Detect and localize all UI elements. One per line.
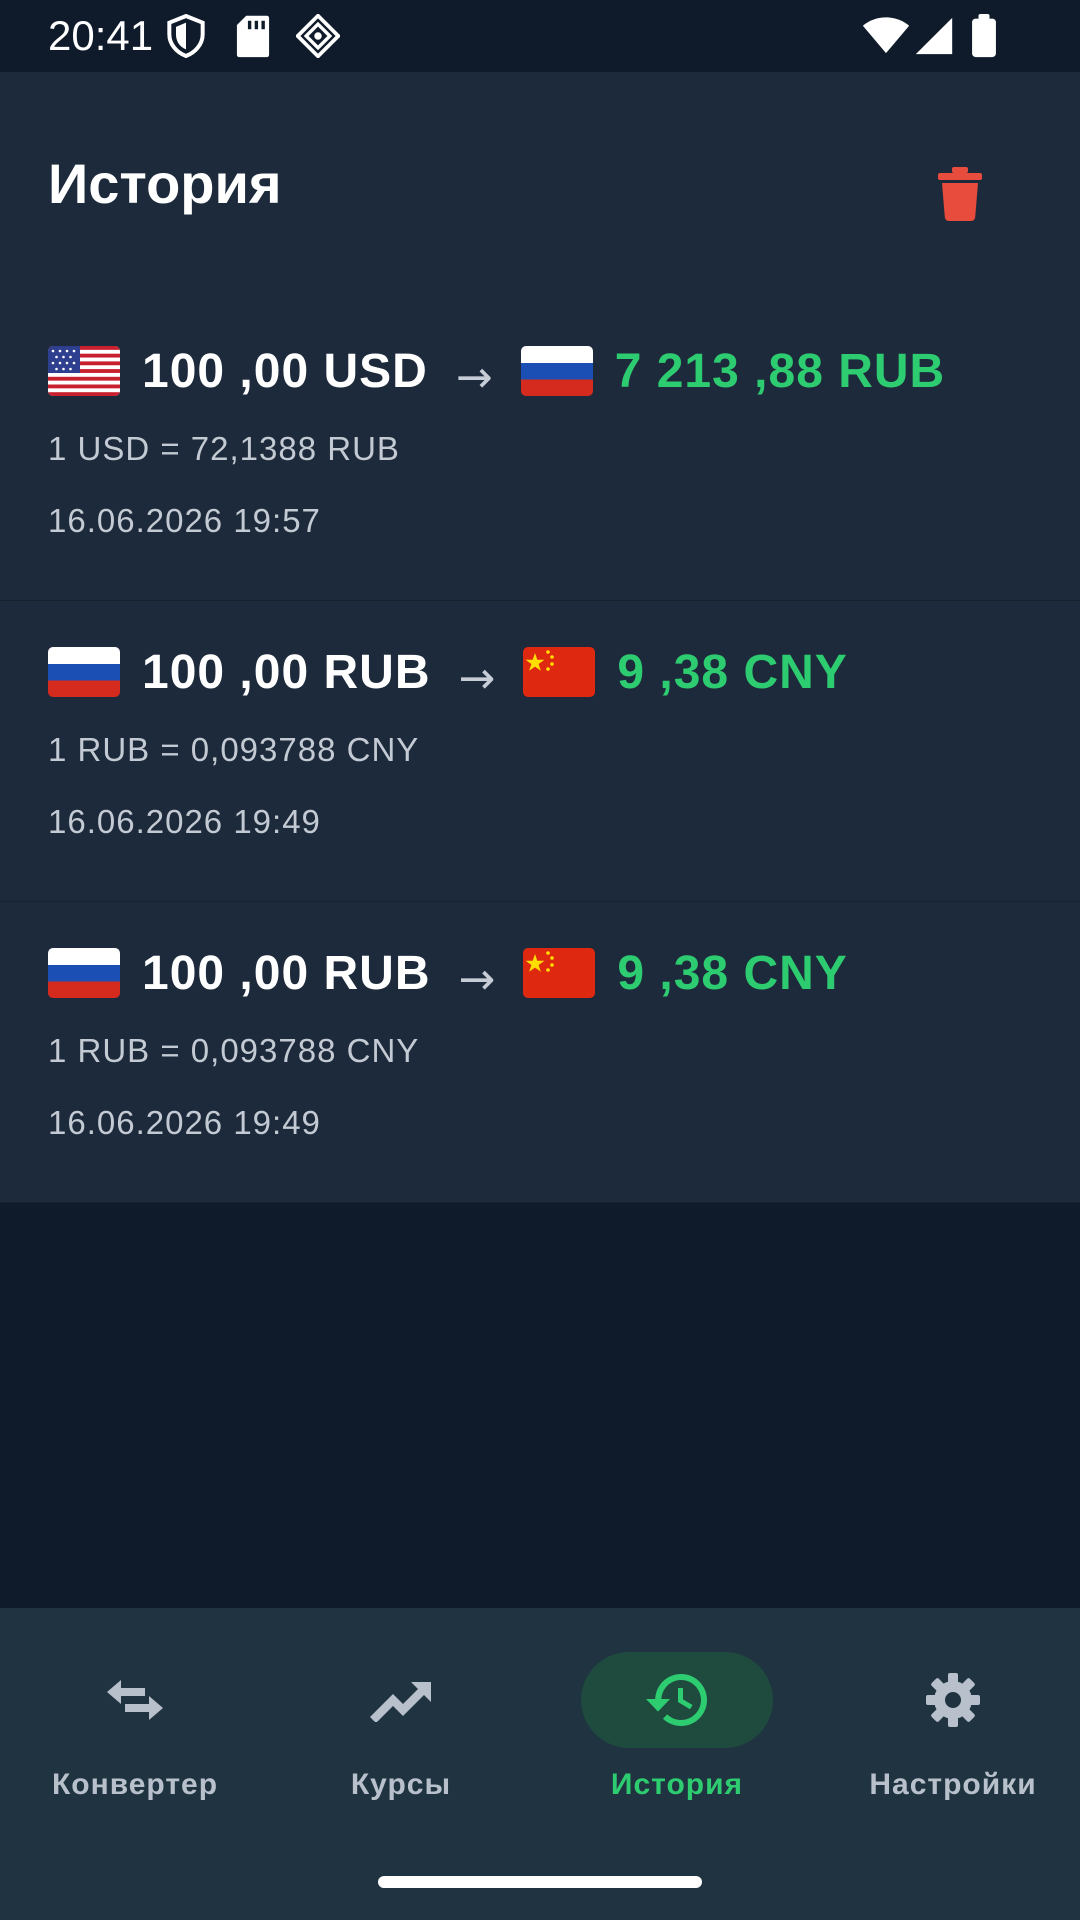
trash-icon xyxy=(938,167,982,221)
flag-ru-icon xyxy=(48,647,120,697)
swap-icon xyxy=(107,1680,163,1720)
flag-ru-icon xyxy=(48,948,120,998)
wifi-icon xyxy=(862,17,910,54)
conversion-row: 100 ,00 RUB → 9 ,38 CNY xyxy=(48,637,848,707)
bottom-navigation: Конвертер Курсы История Настройки xyxy=(0,1608,1080,1920)
history-item[interactable]: 100 ,00 USD → 7 213 ,88 RUB 1 USD = 72,1… xyxy=(0,300,1080,601)
exchange-rate: 1 USD = 72,1388 RUB xyxy=(48,430,400,467)
flag-ru-icon xyxy=(520,346,593,396)
from-amount: 100 ,00 RUB xyxy=(142,946,431,1000)
exchange-rate: 1 RUB = 0,093788 CNY xyxy=(48,731,420,768)
history-list: 100 ,00 USD → 7 213 ,88 RUB 1 USD = 72,1… xyxy=(0,300,1080,1203)
clear-history-button[interactable] xyxy=(918,152,1002,236)
status-time: 20:41 xyxy=(48,12,154,59)
conversion-row: 100 ,00 RUB → 9 ,38 CNY xyxy=(48,938,848,1008)
history-item[interactable]: 100 ,00 RUB → 9 ,38 CNY 1 RUB = 0,093788… xyxy=(0,601,1080,902)
to-amount: 9 ,38 CNY xyxy=(617,946,848,1000)
history-icon xyxy=(646,1674,707,1726)
to-amount: 7 213 ,88 RUB xyxy=(614,344,946,398)
signal-icon xyxy=(915,17,953,55)
arrow-icon: → xyxy=(455,351,493,403)
timestamp: 16.06.2026 19:49 xyxy=(48,1104,321,1141)
timestamp: 16.06.2026 19:49 xyxy=(48,803,321,840)
flag-cn-icon xyxy=(523,948,596,998)
screen: 20:41 История 100 ,00 USD → 7 213 ,88 RU… xyxy=(0,0,1080,1920)
app-header: История xyxy=(0,72,1080,300)
from-amount: 100 ,00 USD xyxy=(142,344,428,398)
flag-cn-icon xyxy=(523,647,596,697)
nav-rates[interactable]: Курсы xyxy=(266,1644,536,1824)
status-bar: 20:41 xyxy=(0,0,1080,72)
history-item[interactable]: 100 ,00 RUB → 9 ,38 CNY 1 RUB = 0,093788… xyxy=(0,902,1080,1203)
nav-label: История xyxy=(610,1768,744,1801)
gear-icon xyxy=(926,1673,980,1727)
nav-converter[interactable]: Конвертер xyxy=(0,1644,270,1824)
nav-history[interactable]: История xyxy=(542,1644,812,1824)
from-amount: 100 ,00 RUB xyxy=(142,645,431,699)
trending-up-icon xyxy=(370,1682,431,1722)
exchange-rate: 1 RUB = 0,093788 CNY xyxy=(48,1032,420,1069)
nav-label: Настройки xyxy=(869,1768,1037,1801)
shield-icon xyxy=(167,14,205,58)
arrow-icon: → xyxy=(458,953,496,1005)
nav-settings[interactable]: Настройки xyxy=(818,1644,1080,1824)
nav-label: Конвертер xyxy=(51,1768,219,1801)
arrow-icon: → xyxy=(458,652,496,704)
conversion-row: 100 ,00 USD → 7 213 ,88 RUB xyxy=(48,336,945,406)
nav-label: Курсы xyxy=(350,1768,452,1801)
flag-us-icon xyxy=(48,346,120,396)
home-indicator[interactable] xyxy=(378,1876,702,1888)
sd-card-icon xyxy=(236,15,270,58)
timestamp: 16.06.2026 19:57 xyxy=(48,502,321,539)
battery-icon xyxy=(972,14,996,58)
vpn-icon xyxy=(296,14,340,58)
to-amount: 9 ,38 CNY xyxy=(617,645,848,699)
page-title: История xyxy=(48,152,282,215)
